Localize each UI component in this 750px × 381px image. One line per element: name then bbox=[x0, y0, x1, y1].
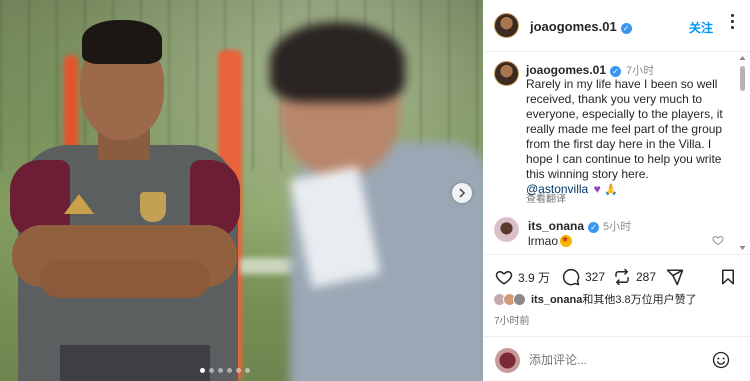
comment-button[interactable]: 327 bbox=[562, 267, 605, 287]
author-username[interactable]: joaogomes.01 ✓ bbox=[530, 19, 632, 34]
add-comment-bar bbox=[483, 336, 750, 381]
caption-header: joaogomes.01 ✓ 7小时 bbox=[526, 62, 654, 78]
send-icon bbox=[666, 269, 684, 286]
heart-icon bbox=[495, 270, 513, 285]
follow-button[interactable]: 关注 bbox=[689, 19, 713, 36]
liked-by[interactable]: its_onana和其他3.8万位用户赞了 bbox=[493, 291, 697, 307]
comment-like-heart-icon[interactable] bbox=[712, 234, 724, 246]
carousel-dots bbox=[200, 368, 250, 373]
praying-hands-icon: 🙏 bbox=[604, 184, 618, 196]
comment-input[interactable] bbox=[529, 349, 699, 371]
player-figure bbox=[0, 0, 260, 381]
purple-heart-icon: ♥ bbox=[593, 182, 601, 196]
scroll-down-arrow-icon[interactable] bbox=[739, 245, 746, 251]
caption-text: Rarely in my life have I been so well re… bbox=[526, 77, 723, 196]
repost-button[interactable]: 287 bbox=[613, 267, 656, 287]
like-button[interactable]: 3.9 万 bbox=[495, 267, 550, 287]
post-header: joaogomes.01 ✓ 关注 bbox=[483, 0, 750, 52]
save-button[interactable] bbox=[719, 267, 737, 287]
bookmark-icon bbox=[722, 269, 734, 285]
next-photo-button[interactable] bbox=[452, 183, 472, 203]
scrollbar-thumb[interactable] bbox=[740, 66, 745, 91]
author-avatar[interactable] bbox=[494, 13, 519, 38]
repost-icon bbox=[615, 268, 629, 286]
commenter-avatar[interactable] bbox=[494, 217, 519, 242]
liker-avatar bbox=[513, 292, 526, 306]
liked-by-text: its_onana和其他3.8万位用户赞了 bbox=[531, 294, 697, 306]
next-arrow-icon bbox=[459, 188, 466, 198]
current-user-avatar bbox=[495, 348, 520, 373]
caption-time: 7小时 bbox=[626, 65, 655, 77]
like-count: 3.9 万 bbox=[518, 270, 551, 285]
more-options-icon bbox=[729, 14, 735, 29]
scroll-up-arrow-icon[interactable] bbox=[739, 55, 746, 61]
see-translation-link[interactable]: 查看翻译 bbox=[526, 190, 566, 205]
comments-section[interactable]: joaogomes.01 ✓ 7小时 Rarely in my life have … bbox=[483, 53, 750, 253]
comments-scrollbar[interactable] bbox=[739, 55, 746, 251]
more-options-button[interactable] bbox=[729, 14, 735, 34]
verified-badge-icon: ✓ bbox=[610, 66, 622, 77]
repost-count: 287 bbox=[636, 270, 657, 284]
comment-icon bbox=[562, 268, 580, 286]
emoji-icon[interactable] bbox=[712, 351, 730, 369]
post-side-panel: joaogomes.01 ✓ 关注 joaogomes.01 ✓ 7小时 Rarely… bbox=[483, 0, 750, 381]
coach-figure bbox=[270, 22, 483, 381]
send-button[interactable] bbox=[666, 267, 684, 287]
verified-badge-icon: ✓ bbox=[620, 23, 632, 34]
star-struck-emoji-icon bbox=[560, 234, 573, 247]
post-timestamp: 7小时前 bbox=[494, 316, 530, 327]
comment-username[interactable]: its_onana bbox=[528, 219, 584, 233]
caption-avatar[interactable] bbox=[494, 61, 519, 86]
caption-username[interactable]: joaogomes.01 bbox=[526, 63, 606, 77]
comment-header: its_onana ✓ 5小时 bbox=[528, 218, 631, 234]
post-photo bbox=[0, 0, 483, 381]
comment-count: 327 bbox=[585, 270, 606, 284]
comment-time: 5小时 bbox=[603, 221, 632, 233]
verified-badge-icon: ✓ bbox=[588, 222, 600, 233]
comment-text: lrmao bbox=[528, 234, 573, 248]
